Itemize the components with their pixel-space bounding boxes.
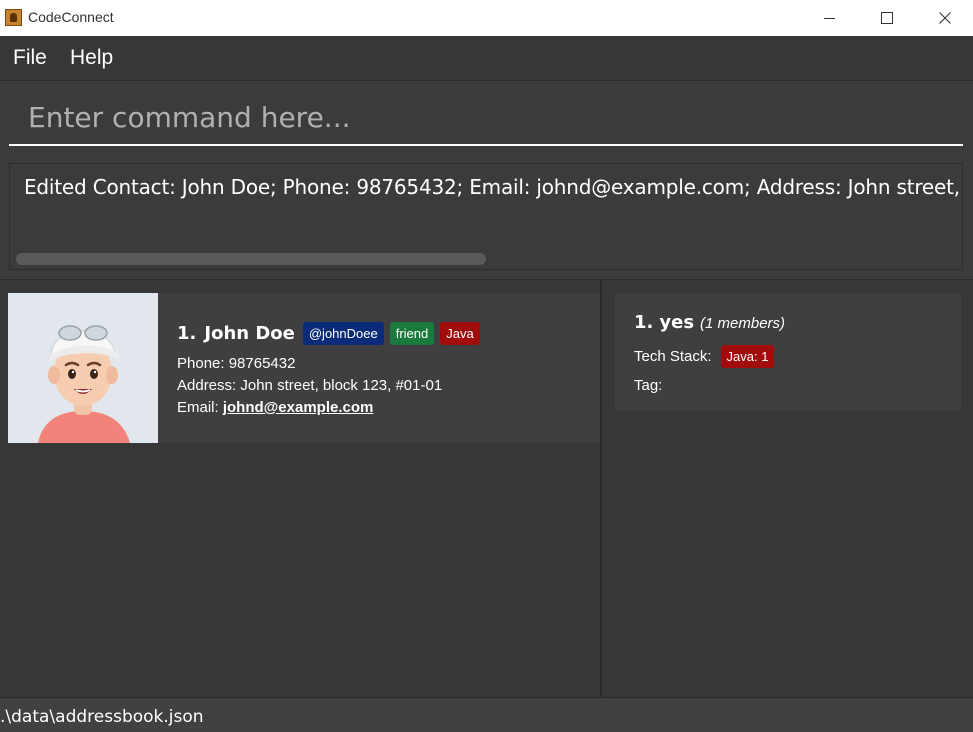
phone-label: Phone: [177, 355, 229, 372]
command-input[interactable] [9, 90, 963, 146]
close-button[interactable] [916, 0, 973, 36]
status-path: .\data\addressbook.json [0, 707, 204, 727]
person-name-line: 1. John Doe @johnDoee friend Java [177, 319, 480, 347]
person-address: Address: John street, block 123, #01-01 [177, 377, 442, 394]
person-email: Email: johnd@example.com [177, 399, 373, 416]
app-icon [5, 9, 22, 26]
result-display: Edited Contact: John Doe; Phone: 9876543… [9, 163, 963, 270]
person-card[interactable]: 1. John Doe @johnDoee friend Java Phone:… [8, 293, 600, 443]
group-members: (1 members) [700, 315, 786, 332]
minimize-button[interactable] [800, 0, 858, 36]
status-bar: .\data\addressbook.json [0, 697, 973, 732]
tag-java: Java [440, 321, 480, 345]
email-label: Email: [177, 399, 223, 416]
tech-stack-label: Tech Stack: [634, 348, 712, 365]
group-name: yes [659, 312, 695, 333]
tech-stack-tag: Java: 1 [720, 345, 775, 368]
close-icon [939, 12, 951, 24]
menu-help[interactable]: Help [70, 46, 113, 70]
address-label: Address: [177, 377, 241, 394]
group-tag: Tag: [634, 377, 662, 394]
person-phone: Phone: 98765432 [177, 355, 295, 372]
menu-file[interactable]: File [13, 46, 47, 70]
phone-value: 98765432 [228, 355, 296, 372]
menu-bar: File Help [0, 36, 973, 81]
group-card[interactable]: 1. yes (1 members) Tech Stack: Java: 1 T… [615, 293, 961, 410]
tag-label: Tag: [634, 377, 663, 394]
maximize-icon [881, 12, 893, 24]
avatar-icon [8, 293, 158, 443]
command-box [0, 81, 973, 155]
window-title: CodeConnect [28, 9, 114, 25]
maximize-button[interactable] [858, 0, 916, 36]
group-tech-stack: Tech Stack: Java: 1 [634, 345, 775, 368]
group-title: 1. yes (1 members) [634, 312, 785, 333]
person-name: John Doe [204, 322, 295, 344]
split-divider[interactable] [600, 280, 602, 698]
minimize-icon [823, 17, 835, 19]
address-value: John street, block 123, #01-01 [240, 377, 443, 394]
tag-friend: friend [389, 321, 435, 345]
title-bar: CodeConnect [0, 0, 973, 36]
person-index: 1. [177, 322, 197, 344]
result-scrollbar-thumb[interactable] [16, 253, 486, 265]
tag-github: @johnDoee [302, 321, 384, 345]
result-text: Edited Contact: John Doe; Phone: 9876543… [24, 175, 962, 199]
result-scrollbar[interactable] [16, 253, 958, 265]
email-link[interactable]: johnd@example.com [223, 399, 374, 416]
avatar-illustration [8, 293, 158, 443]
group-index: 1. [634, 312, 654, 333]
main-panels: 1. John Doe @johnDoee friend Java Phone:… [0, 279, 973, 698]
